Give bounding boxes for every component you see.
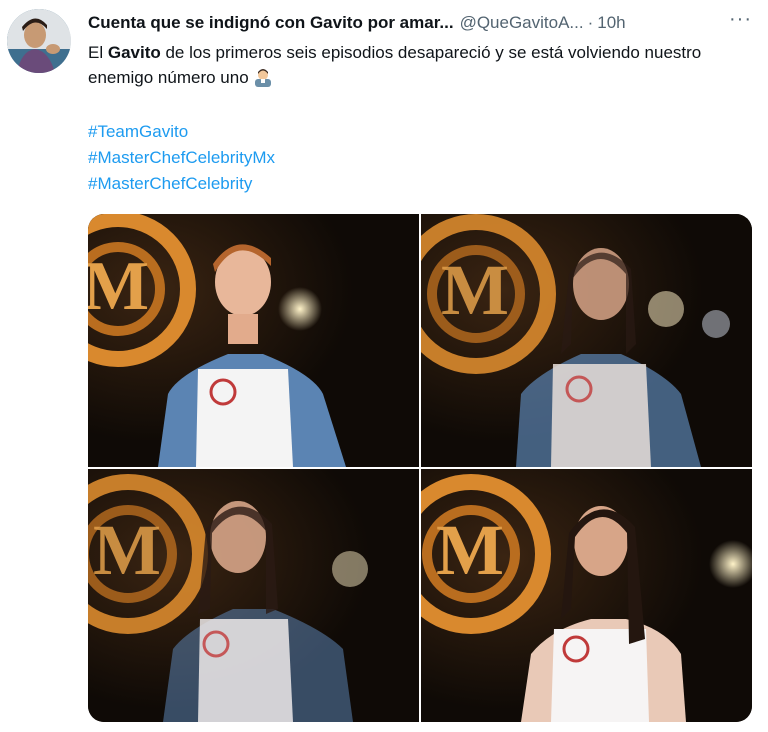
media-grid: M M M M [88, 214, 752, 722]
tweet-text-part2: de los primeros seis episodios desaparec… [88, 43, 702, 87]
hashtag-teamgavito[interactable]: #TeamGavito [88, 119, 275, 145]
media-photo-4[interactable]: M [421, 469, 752, 722]
timestamp[interactable]: 10h [597, 13, 625, 33]
hashtag-masterchefcelebrity[interactable]: #MasterChefCelebrity [88, 171, 275, 197]
svg-text:M: M [441, 250, 509, 330]
more-options-icon[interactable]: ··· [729, 8, 752, 31]
man-shrugging-emoji-icon [253, 67, 273, 87]
svg-text:M: M [88, 248, 149, 325]
user-handle[interactable]: @QueGavitoA... [460, 13, 584, 33]
hashtag-list: #TeamGavito #MasterChefCelebrityMx #Mast… [88, 119, 275, 197]
tweet-text-bold: Gavito [107, 43, 161, 62]
tweet-text-part1: El [88, 43, 108, 62]
display-name[interactable]: Cuenta que se indignó con Gavito por ama… [88, 13, 454, 33]
tweet-text: El Gavito de los primeros seis episodios… [88, 40, 748, 90]
media-photo-3[interactable]: M [88, 469, 419, 722]
svg-text:M: M [93, 510, 161, 590]
separator-dot: · [587, 13, 594, 32]
avatar[interactable] [7, 9, 71, 73]
media-photo-1[interactable]: M [88, 214, 419, 467]
tweet-header: Cuenta que se indignó con Gavito por ama… [88, 8, 752, 34]
media-photo-2[interactable]: M [421, 214, 752, 467]
hashtag-masterchefcelebritymx[interactable]: #MasterChefCelebrityMx [88, 145, 275, 171]
svg-text:M: M [436, 510, 504, 590]
